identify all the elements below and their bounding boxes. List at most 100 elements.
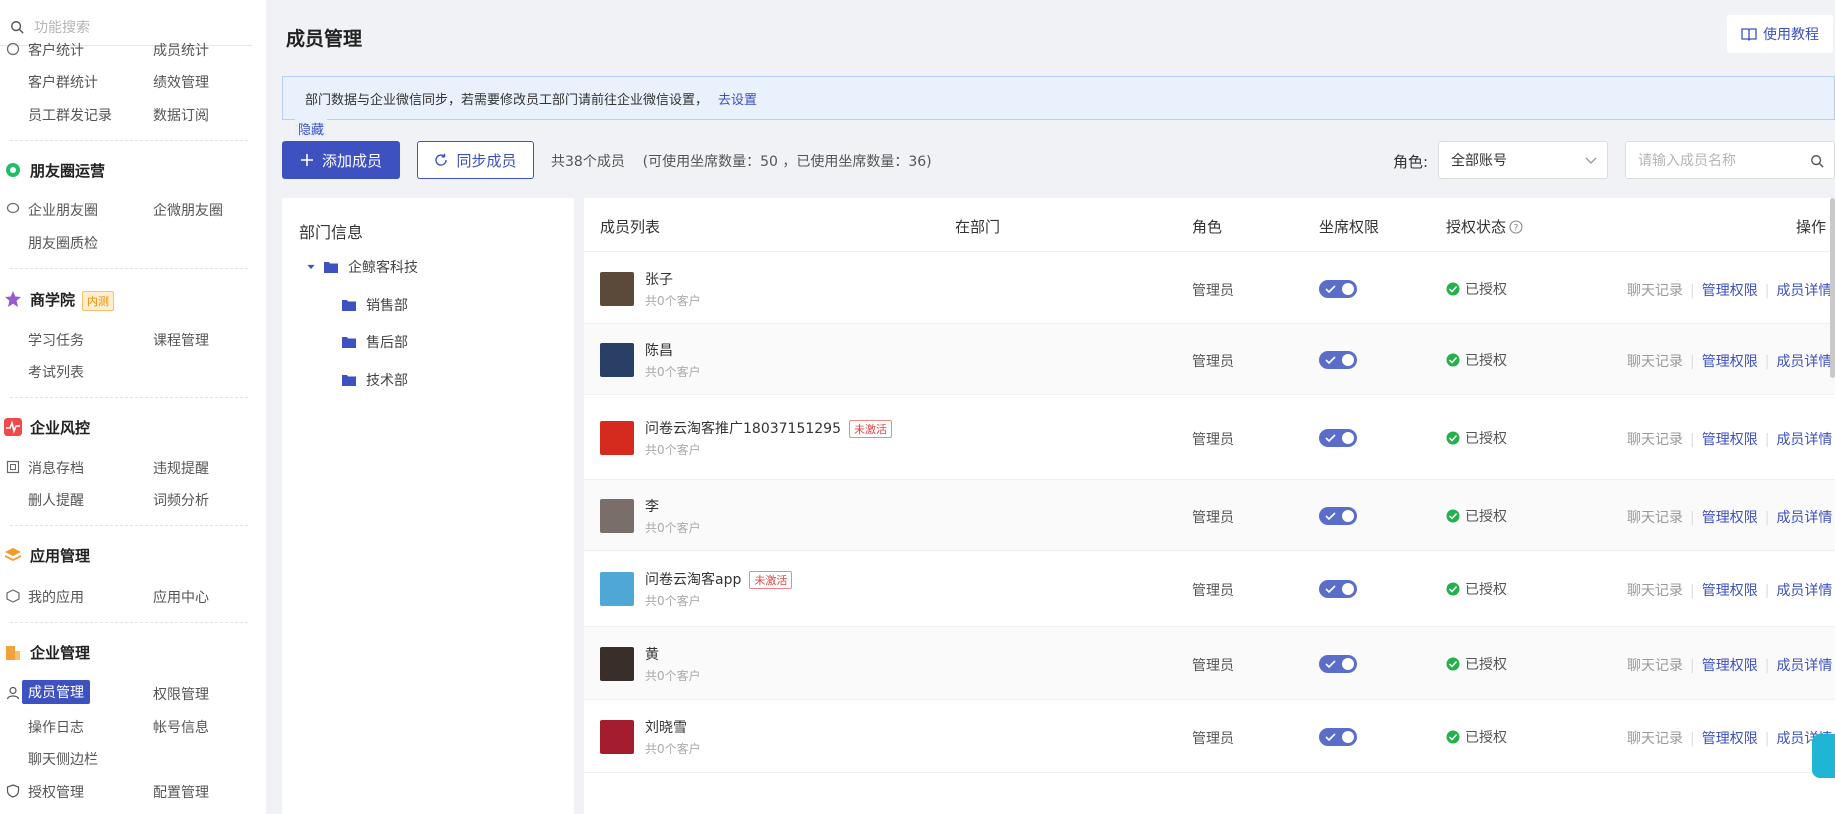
sidebar-item-account-info[interactable]: 帐号信息 [153,717,209,737]
chat-log-link[interactable]: 聊天记录 [1627,283,1683,299]
sidebar-row-stats: 客户统计 成员统计 [0,38,266,62]
manage-permission-link[interactable]: 管理权限 [1702,583,1758,599]
sidebar-item-word-frequency[interactable]: 词频分析 [153,490,209,510]
chat-log-link[interactable]: 聊天记录 [1627,731,1683,747]
section-risk[interactable]: 企业风控 [0,412,266,442]
add-member-label: 添加成员 [321,151,382,170]
member-name-text: 刘晓雪 [645,720,687,736]
sidebar-row: 学习任务 课程管理 [0,328,266,352]
sidebar-item-member-stats[interactable]: 成员统计 [153,40,209,60]
sidebar-item-moments-qc[interactable]: 朋友圈质检 [28,233,98,253]
sidebar-item-app-center[interactable]: 应用中心 [153,587,209,607]
section-apps[interactable]: 应用管理 [0,540,266,570]
sidebar-item-chat-sidebar[interactable]: 聊天侧边栏 [28,749,98,769]
sidebar-item-mass-send-log[interactable]: 员工群发记录 [28,105,112,125]
member-detail-link[interactable]: 成员详情 [1776,354,1832,370]
stats-icon [6,42,20,56]
sidebar-item-exam-list[interactable]: 考试列表 [28,362,84,382]
row-actions: 聊天记录 | 管理权限 | 成员详情 [1627,351,1832,371]
auth-status-text: 已授权 [1465,730,1507,746]
manage-permission-link[interactable]: 管理权限 [1702,658,1758,674]
manage-permission-link[interactable]: 管理权限 [1702,510,1758,526]
manage-permission-link[interactable]: 管理权限 [1702,283,1758,299]
member-role: 管理员 [1192,432,1234,448]
sidebar-item-data-subscription[interactable]: 数据订阅 [153,105,209,125]
chat-log-link[interactable]: 聊天记录 [1627,432,1683,448]
search-placeholder: 功能搜索 [34,19,90,36]
sidebar-item-message-archive[interactable]: 消息存档 [28,458,84,478]
sidebar-item-authorization[interactable]: 授权管理 [28,782,84,802]
sidebar-item-delete-alert[interactable]: 删人提醒 [28,490,84,510]
manage-permission-link[interactable]: 管理权限 [1702,731,1758,747]
help-icon[interactable]: ? [1509,220,1523,234]
col-header-role: 角色 [1192,218,1223,236]
sidebar-item-performance[interactable]: 绩效管理 [153,72,209,92]
tutorial-button[interactable]: 使用教程 [1727,15,1833,53]
folder-icon [324,262,338,273]
customer-service-float-button[interactable] [1812,734,1835,778]
scrollbar[interactable] [1830,198,1835,378]
sidebar-item-config[interactable]: 配置管理 [153,782,209,802]
sync-member-button[interactable]: 同步成员 [417,141,534,179]
auth-status-text: 已授权 [1465,353,1507,369]
sync-member-label: 同步成员 [456,151,517,170]
auth-status: 已授权 [1446,428,1507,448]
sidebar-item-violation-alert[interactable]: 违规提醒 [153,458,209,478]
member-detail-link[interactable]: 成员详情 [1776,658,1832,674]
sidebar-item-permission-management[interactable]: 权限管理 [153,684,209,704]
seat-permission-toggle[interactable] [1319,429,1357,447]
chat-log-link[interactable]: 聊天记录 [1627,354,1683,370]
sidebar-item-customer-stats[interactable]: 客户统计 [28,40,84,60]
sidebar-item-enterprise-moments[interactable]: 企业朋友圈 [28,200,98,220]
seat-permission-toggle[interactable] [1319,351,1357,369]
dept-tree-item[interactable]: 技术部 [342,369,408,391]
check-circle-icon [1446,657,1460,671]
section-moments[interactable]: 朋友圈运营 [0,155,266,185]
member-detail-link[interactable]: 成员详情 [1776,432,1832,448]
chat-log-link[interactable]: 聊天记录 [1627,510,1683,526]
table-row: 问卷云淘客app 未激活 共0个客户 管理员 已授权 聊天记录 | 管理权限 | 成员详情 [584,551,1835,627]
seat-permission-toggle[interactable] [1319,728,1357,746]
sidebar-row: 员工群发记录 数据订阅 [0,103,266,127]
role-select[interactable]: 全部账号 [1438,141,1608,179]
layers-icon [5,548,21,561]
dept-tree-item[interactable]: 销售部 [342,294,408,316]
divider: | [1690,283,1695,299]
go-settings-link[interactable]: 去设置 [718,89,757,108]
dept-item-label: 技术部 [366,373,408,389]
search-icon[interactable] [1810,154,1824,168]
member-detail-link[interactable]: 成员详情 [1776,283,1832,299]
dept-tree-root[interactable]: 企鲸客科技 [306,256,418,278]
seat-permission-toggle[interactable] [1319,507,1357,525]
hide-notice-link[interactable]: 隐藏 [295,119,328,138]
dept-root-label: 企鲸客科技 [348,260,418,276]
check-circle-icon [1446,353,1460,367]
member-search-input[interactable]: 请输入成员名称 [1625,141,1835,179]
section-academy[interactable]: 商学院 内测 [0,284,266,314]
dept-tree-item[interactable]: 售后部 [342,331,408,353]
seat-permission-toggle[interactable] [1319,580,1357,598]
add-member-button[interactable]: 添加成员 [282,141,400,179]
sidebar-row: 朋友圈质检 [0,231,266,255]
section-enterprise[interactable]: 企业管理 [0,637,266,667]
member-detail-link[interactable]: 成员详情 [1776,510,1832,526]
sidebar-item-learning-tasks[interactable]: 学习任务 [28,330,84,350]
sidebar-item-member-management[interactable]: 成员管理 [22,680,90,704]
chat-log-link[interactable]: 聊天记录 [1627,583,1683,599]
manage-permission-link[interactable]: 管理权限 [1702,354,1758,370]
seat-permission-toggle[interactable] [1319,280,1357,298]
department-panel: 部门信息 企鲸客科技 销售部 售后部 技术部 [282,198,574,814]
member-customer-count: 共0个客户 [645,443,701,457]
chat-log-link[interactable]: 聊天记录 [1627,658,1683,674]
member-detail-link[interactable]: 成员详情 [1776,583,1832,599]
row-actions: 聊天记录 | 管理权限 | 成员详情 [1627,655,1832,675]
col-header-department: 在部门 [955,218,1001,236]
sidebar-item-operation-log[interactable]: 操作日志 [28,717,84,737]
seat-permission-toggle[interactable] [1319,655,1357,673]
manage-permission-link[interactable]: 管理权限 [1702,432,1758,448]
sidebar-item-wecom-moments[interactable]: 企微朋友圈 [153,200,223,220]
sidebar-item-course-management[interactable]: 课程管理 [153,330,209,350]
sidebar-item-group-stats[interactable]: 客户群统计 [28,72,98,92]
sidebar-item-my-apps[interactable]: 我的应用 [28,587,84,607]
inactive-badge: 未激活 [749,571,793,589]
